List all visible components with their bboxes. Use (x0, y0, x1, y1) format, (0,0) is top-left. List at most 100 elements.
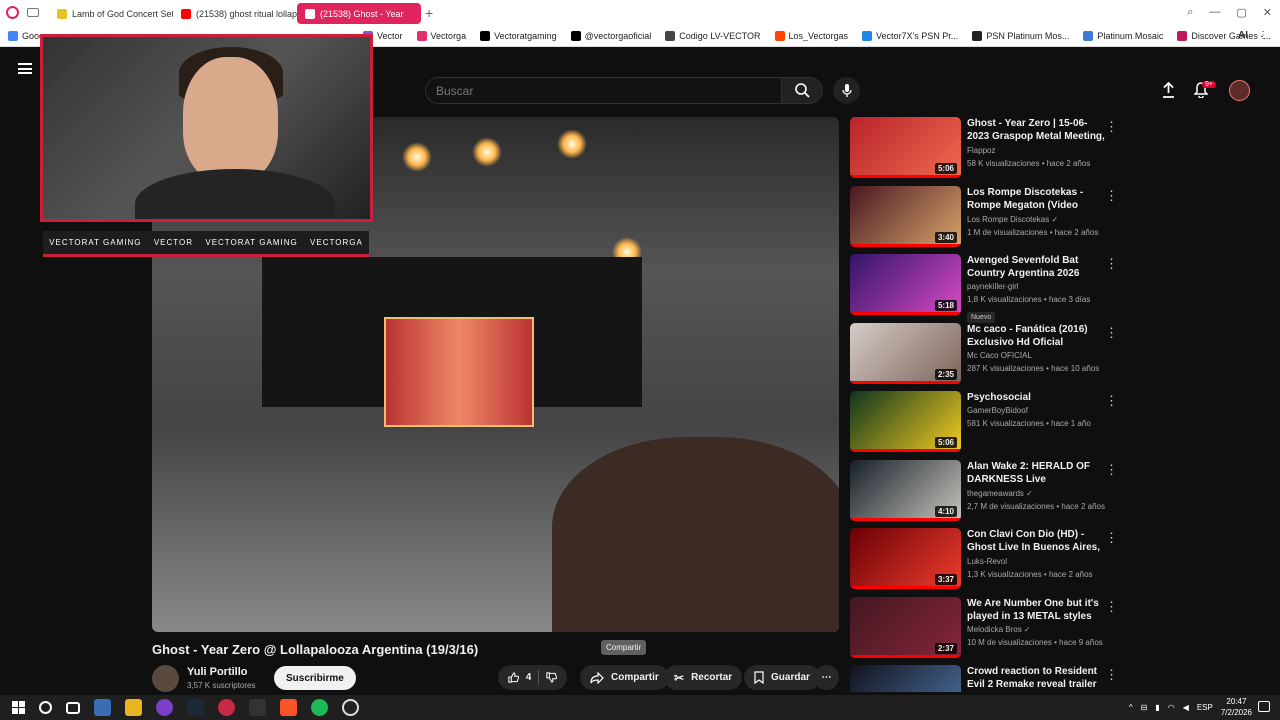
related-video-item[interactable]: Crowd reaction to Resident Evil 2 Remake… (850, 665, 1126, 692)
browser-tab[interactable]: (21538) ghost ritual lollap (173, 3, 297, 24)
video-channel[interactable]: Flappoz (967, 144, 1108, 157)
video-thumbnail[interactable]: 2:35 (850, 322, 961, 384)
bookmark-item[interactable]: Codigo LV-VECTOR (665, 30, 761, 41)
video-thumbnail[interactable]: 5:06 (850, 117, 961, 178)
video-options-icon[interactable]: ⋮ (1105, 325, 1118, 341)
search-tabs-icon[interactable]: ⌕ (1187, 6, 1193, 19)
related-video-item[interactable]: 5:18 Avenged Sevenfold Bat Country Argent… (850, 254, 1126, 323)
app-icon[interactable] (156, 699, 173, 716)
video-title[interactable]: Alan Wake 2: HERALD OF DARKNESS Live Per… (967, 460, 1108, 487)
hamburger-menu-icon[interactable] (18, 63, 32, 74)
related-video-item[interactable]: 5:06 Ghost - Year Zero | 15-06-2023 Grasp… (850, 117, 1126, 186)
minimize-icon[interactable]: — (1209, 6, 1220, 19)
bookmark-item[interactable]: Goog (8, 30, 44, 41)
related-video-item[interactable]: 2:35 Mc caco - Fanática (2016) Exclusivo … (850, 322, 1126, 392)
app-icon[interactable] (94, 699, 111, 716)
video-title[interactable]: Ghost - Year Zero | 15-06-2023 Graspop M… (967, 117, 1108, 144)
related-video-item[interactable]: 5:06 Psychosocial GamerBoyBidoof 581 K visu… (850, 391, 1126, 460)
windows-start-icon[interactable] (12, 701, 25, 714)
video-title[interactable]: Con Clavi Con Dio (HD) - Ghost Live In B… (967, 528, 1108, 555)
video-channel[interactable]: Luks-Revol (967, 555, 1108, 568)
app-icon[interactable] (249, 699, 266, 716)
usb-icon[interactable]: ⊟ (1141, 703, 1148, 712)
video-channel[interactable]: paynekiller-girl (967, 280, 1108, 293)
video-title[interactable]: Los Rompe Discotekas - Rompe Megaton (Vi… (967, 186, 1108, 213)
clock[interactable]: 20:47 7/2/2026 (1221, 696, 1252, 718)
opera-gx-icon[interactable] (218, 699, 235, 716)
sidebar-toggle-icon[interactable] (27, 8, 39, 17)
clip-button[interactable]: ✂ Recortar (664, 665, 743, 690)
video-options-icon[interactable]: ⋮ (1105, 119, 1118, 135)
voice-search-button[interactable] (833, 77, 860, 104)
bookmark-item[interactable]: Los_Vectorgas (774, 30, 848, 41)
video-title[interactable]: Avenged Sevenfold Bat Country Argentina … (967, 254, 1108, 280)
opera-logo-icon[interactable] (6, 6, 19, 19)
account-avatar[interactable] (1229, 80, 1250, 101)
browser-tab[interactable]: Lamb of God Concert Set (49, 3, 173, 24)
video-options-icon[interactable]: ⋮ (1105, 188, 1118, 204)
video-channel[interactable]: Mc Caco OFICIAL (967, 349, 1108, 362)
browser-tab[interactable]: (21538) Ghost - Year (297, 3, 421, 24)
show-hidden-icons-icon[interactable]: ^ (1129, 703, 1133, 712)
notification-center-icon[interactable] (1258, 701, 1270, 712)
close-icon[interactable]: ✕ (1263, 6, 1272, 19)
bookmark-item[interactable]: @vectorgaoficial (570, 30, 651, 41)
video-options-icon[interactable]: ⋮ (1105, 256, 1118, 272)
video-options-icon[interactable]: ⋮ (1105, 393, 1118, 409)
video-options-icon[interactable]: ⋮ (1105, 530, 1118, 546)
video-title[interactable]: Psychosocial (967, 391, 1108, 404)
bookmark-item[interactable]: Vectoratgaming (480, 30, 557, 41)
microphone-tray-icon[interactable]: ▮ (1155, 703, 1159, 712)
brave-icon[interactable] (280, 699, 297, 716)
menu-icon[interactable]: ⋮ (1258, 30, 1268, 41)
obs-icon[interactable] (342, 699, 359, 716)
channel-avatar[interactable] (152, 665, 179, 692)
taskbar-search-icon[interactable] (39, 701, 52, 714)
new-tab-button[interactable]: + (425, 5, 433, 21)
related-video-item[interactable]: 3:40 Los Rompe Discotekas - Rompe Megaton… (850, 185, 1126, 255)
video-options-icon[interactable]: ⋮ (1105, 462, 1118, 478)
related-video-item[interactable]: 4:10 Alan Wake 2: HERALD OF DARKNESS Live… (850, 459, 1126, 529)
video-title[interactable]: We Are Number One but it's played in 13 … (967, 597, 1108, 623)
video-thumbnail[interactable]: 3:40 (850, 185, 961, 247)
language-indicator[interactable]: ESP (1197, 703, 1213, 712)
bookmark-item[interactable]: PSN Platinum Mos... (972, 30, 1069, 41)
channel-name[interactable]: Yuli Portillo (187, 666, 248, 678)
video-thumbnail[interactable]: 5:18 (850, 254, 961, 315)
upload-icon[interactable] (1162, 82, 1175, 98)
video-thumbnail[interactable]: 2:37 (850, 596, 961, 658)
volume-icon[interactable]: ◀ (1183, 703, 1189, 712)
file-explorer-icon[interactable] (125, 699, 142, 716)
dislike-icon[interactable] (546, 671, 557, 684)
related-video-item[interactable]: 3:37 Con Clavi Con Dio (HD) - Ghost Live … (850, 528, 1126, 597)
video-options-icon[interactable]: ⋮ (1105, 667, 1118, 683)
bookmark-item[interactable]: Platinum Mosaic (1083, 30, 1163, 41)
spotify-icon[interactable] (311, 699, 328, 716)
video-thumbnail[interactable]: 5:06 (850, 391, 961, 452)
video-options-icon[interactable]: ⋮ (1105, 599, 1118, 615)
wifi-icon[interactable]: ◠ (1168, 703, 1175, 712)
search-input[interactable]: Buscar (425, 77, 782, 104)
share-button[interactable]: Compartir (580, 665, 669, 690)
more-actions-button[interactable]: ⋯ (814, 665, 839, 690)
video-title[interactable]: Crowd reaction to Resident Evil 2 Remake… (967, 665, 1108, 692)
video-thumbnail[interactable]: 3:37 (850, 528, 961, 589)
video-thumbnail[interactable]: 4:10 (850, 459, 961, 521)
maximize-icon[interactable]: ▢ (1236, 6, 1246, 19)
like-icon[interactable] (508, 671, 519, 684)
video-channel[interactable]: thegameawards ✓ (967, 487, 1108, 500)
subscribe-button[interactable]: Suscribirme (274, 666, 356, 690)
video-thumbnail[interactable] (850, 665, 961, 692)
bookmark-item[interactable]: Vector7X's PSN Pr... (862, 30, 958, 41)
video-channel[interactable]: GamerBoyBidoof (967, 404, 1108, 417)
steam-icon[interactable] (187, 699, 204, 716)
video-channel[interactable]: Los Rompe Discotekas ✓ (967, 213, 1108, 226)
video-channel[interactable]: Melodicka Bros ✓ (967, 623, 1108, 636)
ai-button[interactable]: AI (1238, 30, 1248, 41)
related-video-item[interactable]: 2:37 We Are Number One but it's played in… (850, 596, 1126, 666)
search-button[interactable] (781, 77, 823, 104)
task-view-icon[interactable] (66, 701, 80, 714)
video-title[interactable]: Mc caco - Fanática (2016) Exclusivo Hd O… (967, 323, 1108, 349)
bookmark-item[interactable]: Vectorga (416, 30, 466, 41)
save-button[interactable]: Guardar (744, 665, 820, 690)
